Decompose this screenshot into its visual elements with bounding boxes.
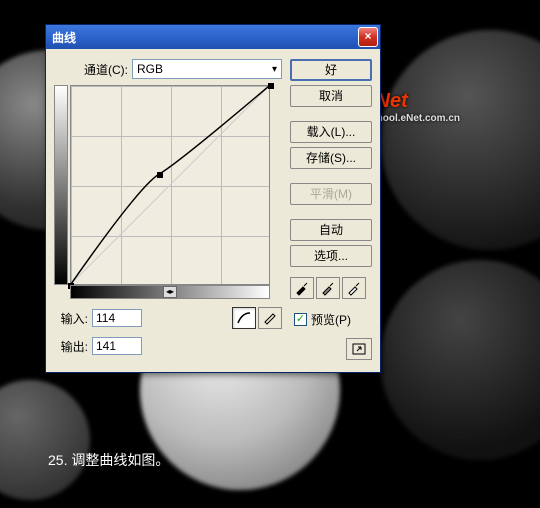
- load-button[interactable]: 载入(L)...: [290, 121, 372, 143]
- cancel-button[interactable]: 取消: [290, 85, 372, 107]
- expand-icon: [351, 342, 367, 356]
- smooth-button: 平滑(M): [290, 183, 372, 205]
- ok-button[interactable]: 好: [290, 59, 372, 81]
- gradient-handle[interactable]: ◂▸: [163, 286, 177, 298]
- close-icon: ×: [364, 29, 371, 43]
- eyedropper-white-icon: [346, 280, 362, 296]
- options-button[interactable]: 选项...: [290, 245, 372, 267]
- input-field[interactable]: [92, 309, 142, 327]
- preview-label: 预览(P): [311, 311, 351, 328]
- close-button[interactable]: ×: [358, 27, 378, 47]
- dialog-title: 曲线: [52, 29, 358, 46]
- step-caption: 25. 调整曲线如图。: [48, 450, 169, 470]
- channel-value: RGB: [137, 62, 163, 76]
- curve-graph[interactable]: [70, 85, 270, 285]
- expand-button[interactable]: [346, 338, 372, 360]
- pencil-icon: [262, 311, 278, 325]
- eyedropper-black-icon: [294, 280, 310, 296]
- save-button[interactable]: 存储(S)...: [290, 147, 372, 169]
- pencil-tool-button[interactable]: [258, 307, 282, 329]
- eyedropper-gray-icon: [320, 280, 336, 296]
- curve-icon: [236, 311, 252, 325]
- chevron-down-icon: ▾: [272, 64, 277, 75]
- output-gradient: [54, 85, 68, 285]
- channel-select[interactable]: RGB ▾: [132, 59, 282, 79]
- curve-tool-button[interactable]: [232, 307, 256, 329]
- auto-button[interactable]: 自动: [290, 219, 372, 241]
- curve-endpoint-high[interactable]: [268, 83, 274, 89]
- output-field[interactable]: [92, 337, 142, 355]
- curves-dialog: 曲线 × 通道(C): RGB ▾: [45, 24, 381, 373]
- black-eyedropper-button[interactable]: [290, 277, 314, 299]
- input-gradient: ◂▸: [70, 285, 270, 299]
- preview-checkbox[interactable]: ✓: [294, 313, 307, 326]
- titlebar[interactable]: 曲线 ×: [46, 25, 380, 49]
- curve-path: [71, 86, 269, 284]
- output-label: 输出:: [54, 338, 88, 355]
- gray-eyedropper-button[interactable]: [316, 277, 340, 299]
- white-eyedropper-button[interactable]: [342, 277, 366, 299]
- input-label: 输入:: [54, 310, 88, 327]
- channel-label: 通道(C):: [84, 61, 128, 78]
- curve-control-point[interactable]: [157, 172, 163, 178]
